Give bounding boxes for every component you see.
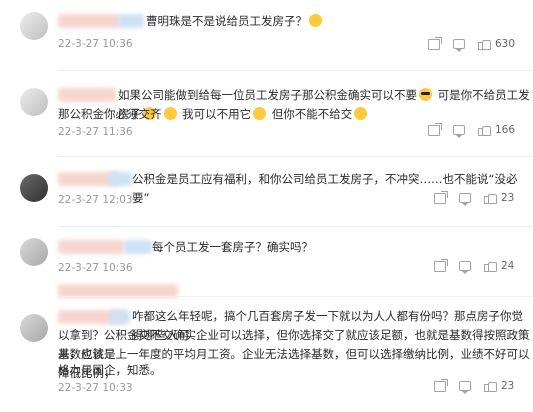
avatar[interactable] xyxy=(20,88,48,116)
divider xyxy=(58,296,533,297)
like-icon[interactable] xyxy=(484,193,497,204)
comment-actions: 630 xyxy=(415,36,515,52)
comment-time: 22-3-27 12:03 xyxy=(58,194,133,206)
sunglasses-emoji-icon xyxy=(419,88,432,101)
like-icon[interactable] xyxy=(484,261,497,272)
thinking-emoji-icon xyxy=(309,14,322,27)
username-blurred[interactable] xyxy=(110,310,130,324)
comment-actions: 24 xyxy=(421,258,515,274)
share-icon[interactable] xyxy=(434,190,448,204)
share-icon[interactable] xyxy=(427,122,442,136)
comment-time: 22-3-27 11:36 xyxy=(58,126,133,138)
comment-icon[interactable] xyxy=(452,125,465,138)
like-count: 24 xyxy=(501,260,515,272)
share-icon[interactable] xyxy=(434,378,448,392)
worried-emoji-icon xyxy=(253,107,267,120)
divider xyxy=(58,226,533,227)
smirk-emoji-icon xyxy=(354,107,368,120)
avatar[interactable] xyxy=(20,174,48,202)
comment-icon[interactable] xyxy=(459,193,471,206)
share-icon[interactable] xyxy=(427,36,442,50)
comment-actions: 23 xyxy=(421,190,515,206)
username-blurred[interactable] xyxy=(118,14,144,28)
avatar[interactable] xyxy=(20,238,48,266)
comment-text: 曹明珠是不是说给员工发房子？ xyxy=(146,12,324,31)
comment-actions: 166 xyxy=(415,122,515,138)
like-count: 23 xyxy=(501,380,515,392)
divider xyxy=(58,156,533,157)
comment-time: 22-3-27 10:36 xyxy=(58,38,133,50)
avatar[interactable] xyxy=(20,314,48,342)
smirk-emoji-icon xyxy=(163,107,177,120)
like-icon[interactable] xyxy=(477,39,491,50)
comment-time: 22-3-27 10:33 xyxy=(58,382,133,394)
comment-text: 那公积金你必须交齐 我可以不用它 但你不能不给交 xyxy=(58,105,369,124)
like-icon[interactable] xyxy=(484,381,497,392)
divider xyxy=(58,70,533,71)
username-blurred[interactable] xyxy=(108,172,132,186)
username-blurred[interactable] xyxy=(124,240,152,254)
comment-time: 22-3-27 10:36 xyxy=(58,262,133,274)
like-count: 630 xyxy=(494,38,515,50)
comment-icon[interactable] xyxy=(459,261,471,274)
like-count: 166 xyxy=(494,124,515,136)
username-blurred[interactable] xyxy=(58,88,116,102)
comment-icon[interactable] xyxy=(459,381,471,394)
comment-actions: 23 xyxy=(421,378,515,394)
like-count: 23 xyxy=(501,192,515,204)
like-icon[interactable] xyxy=(477,125,491,136)
avatar[interactable] xyxy=(20,12,48,40)
comment-text: 格力是国企，知悉。 xyxy=(58,363,162,377)
comment-text: 每个员工发一套房子？确实吗？ xyxy=(152,240,313,254)
share-icon[interactable] xyxy=(434,258,448,272)
username-blurred[interactable] xyxy=(58,14,120,28)
username-blurred[interactable] xyxy=(58,240,124,254)
comment-icon[interactable] xyxy=(452,39,465,52)
